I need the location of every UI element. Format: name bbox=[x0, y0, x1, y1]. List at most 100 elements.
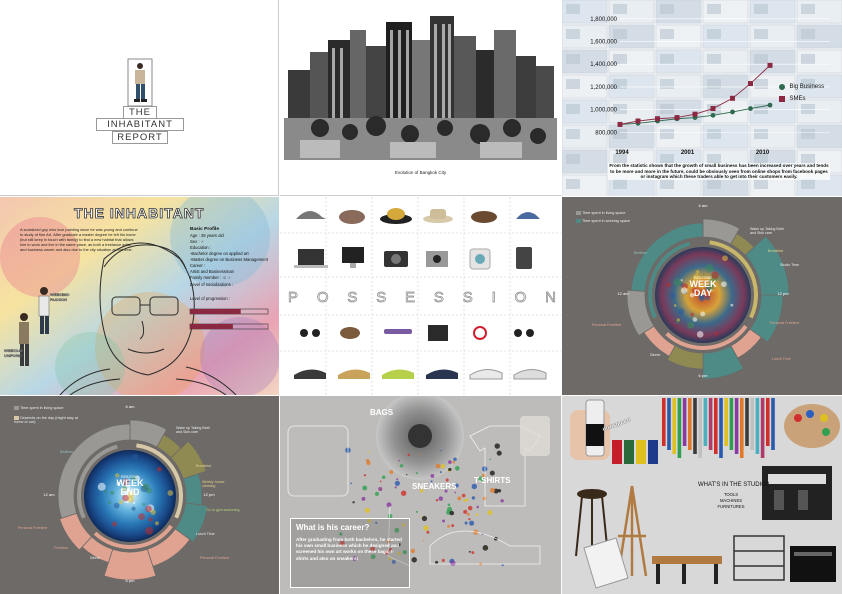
paint-splash-dot bbox=[398, 460, 400, 462]
paint-splash-dot bbox=[469, 551, 471, 553]
weekday-uniform-label: WEEKDAY UNIFORM bbox=[4, 349, 30, 359]
tile-thumbnail bbox=[660, 4, 674, 14]
routine-ring-segment bbox=[104, 549, 156, 580]
paintbrush bbox=[704, 398, 708, 446]
city-caption: Evolution of Bangkok City bbox=[280, 170, 561, 175]
paint-blot bbox=[687, 322, 694, 329]
possession-word: POSSESSION bbox=[288, 289, 556, 306]
paint-blot bbox=[114, 503, 120, 509]
cover-panel: THE INHABITANT REPORT bbox=[0, 0, 279, 196]
paint-splash-dot bbox=[500, 499, 503, 502]
paint-blot bbox=[133, 454, 138, 459]
paintbrush bbox=[693, 398, 697, 454]
weekend-panel: Time spent in living space Depends on th… bbox=[0, 396, 279, 594]
progression-bar-fill bbox=[190, 324, 233, 329]
possession-letter: S bbox=[347, 289, 357, 306]
paint-blot bbox=[678, 309, 684, 315]
paint-splash-dot bbox=[420, 453, 421, 454]
career-question: What is his career? bbox=[296, 523, 369, 532]
paint-splash-dot bbox=[400, 464, 403, 467]
paintbrush bbox=[709, 398, 713, 450]
weekend-end-text: END bbox=[110, 488, 150, 497]
paint-splash-dot bbox=[447, 525, 450, 528]
paint-blot bbox=[133, 502, 135, 504]
paint-splash-dot bbox=[452, 461, 455, 464]
y-tick-label: 1,800,000 bbox=[590, 17, 617, 23]
routine-activity-label: Wake up Taking Bath and Skin care bbox=[176, 426, 216, 435]
profile-family: Family member : ☺ ♂ bbox=[190, 275, 278, 281]
data-point bbox=[711, 106, 716, 111]
legend-smes: SMEs bbox=[779, 90, 805, 108]
tile-thumbnail bbox=[707, 29, 721, 39]
routine-ring-segment bbox=[644, 326, 675, 356]
paint-splash-dot bbox=[463, 499, 466, 502]
tile-thumbnail bbox=[801, 129, 815, 139]
paint-splash-dot bbox=[490, 488, 495, 493]
tile-thumbnail bbox=[566, 4, 580, 14]
routine-activity-label: Bedtime bbox=[60, 450, 86, 454]
table-icon bbox=[652, 556, 722, 584]
socialization-bar-fill bbox=[190, 309, 241, 314]
weekday-6pm: 6 pm bbox=[694, 373, 712, 378]
paint-blot bbox=[108, 501, 111, 504]
weekday-day-text: DAY bbox=[683, 289, 723, 298]
possession-letter: P bbox=[288, 289, 298, 306]
paintbrush bbox=[750, 398, 754, 450]
printer-icon bbox=[790, 546, 836, 582]
paint-splash-dot bbox=[441, 464, 445, 468]
paintbrush bbox=[740, 398, 744, 458]
paintbrush bbox=[678, 398, 682, 458]
tile-thumbnail bbox=[707, 129, 721, 139]
data-point bbox=[636, 119, 641, 124]
paintbrush bbox=[735, 398, 739, 454]
paint-blot bbox=[690, 313, 694, 317]
paint-splash-dot bbox=[406, 474, 407, 475]
routine-activity-label: Lunch Time bbox=[196, 532, 230, 536]
paint-splash-dot bbox=[483, 497, 487, 501]
data-point bbox=[693, 112, 698, 117]
paint-splash-dot bbox=[442, 559, 445, 562]
routine-activity-label: Personal Freetime bbox=[770, 321, 810, 325]
tile-thumbnail bbox=[801, 54, 815, 64]
weekend-12pm-left: 12 am bbox=[40, 492, 58, 497]
data-point bbox=[768, 103, 773, 108]
paint-blot bbox=[97, 493, 100, 496]
data-point bbox=[748, 81, 753, 86]
hand-brush-icon bbox=[520, 416, 550, 456]
paint-splash-dot bbox=[362, 485, 367, 490]
profile-details: Basic Profile Age : 28 years old Sex : ♂… bbox=[190, 227, 278, 302]
weekend-6am: 6 am bbox=[121, 404, 139, 409]
paint-splash-dot bbox=[472, 496, 475, 499]
paint-splash-dot bbox=[440, 450, 441, 451]
paint-splash-dot bbox=[435, 561, 438, 564]
paint-blot bbox=[673, 278, 681, 286]
paint-splash-dot bbox=[463, 510, 467, 514]
weekday-12pm-left: 12 am bbox=[614, 291, 632, 296]
y-tick-label: 1,400,000 bbox=[590, 62, 617, 68]
paint-blot bbox=[157, 467, 162, 472]
paint-splash-dot bbox=[378, 487, 382, 491]
tile-thumbnail bbox=[707, 79, 721, 89]
weekday-legend-2-swatch bbox=[576, 219, 581, 223]
cover-title-inhabitant: INHABITANT bbox=[96, 118, 184, 131]
paint-splash-dot bbox=[395, 486, 397, 488]
paint-splash-dot bbox=[476, 506, 479, 509]
paint-splash-dot bbox=[450, 511, 455, 516]
paint-splash-dot bbox=[502, 564, 504, 566]
paintbrush bbox=[698, 398, 702, 458]
paint-splash-dot bbox=[467, 513, 470, 516]
tile-thumbnail bbox=[566, 179, 580, 189]
profile-intro: A socialized guy who love painting since… bbox=[20, 227, 138, 252]
paint-splash-dot bbox=[448, 460, 452, 464]
paint-blot bbox=[700, 311, 705, 316]
paint-splash-dot bbox=[366, 461, 370, 465]
paint-splash-dot bbox=[401, 491, 406, 496]
paintbrush bbox=[756, 398, 760, 454]
routine-activity-label: Freetime bbox=[54, 546, 82, 550]
routine-activity-label: Personal Freetime bbox=[18, 526, 54, 530]
tshirts-label: T-SHIRTS bbox=[474, 476, 510, 485]
legend-smes-dot bbox=[779, 96, 785, 102]
paint-blot bbox=[693, 317, 698, 322]
moodboard: THE INHABITANT REPORT Evolution of Bangk… bbox=[0, 0, 842, 594]
paint-splash-dot bbox=[362, 497, 366, 501]
